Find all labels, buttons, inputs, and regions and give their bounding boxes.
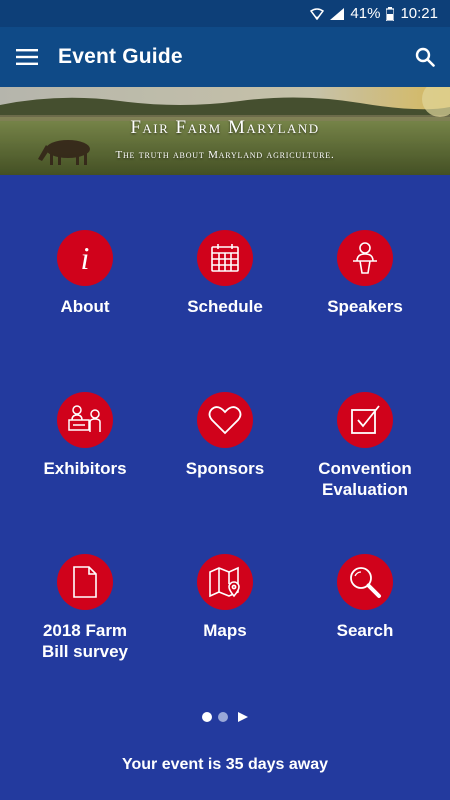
page-dot-active[interactable] xyxy=(202,712,212,722)
battery-icon xyxy=(386,6,395,21)
speaker-podium-icon xyxy=(337,230,393,286)
tile-farm-bill-survey[interactable]: 2018 Farm Bill survey xyxy=(10,554,160,662)
tile-exhibitors[interactable]: Exhibitors xyxy=(10,392,160,479)
tile-label: Convention Evaluation xyxy=(318,459,412,499)
signal-icon xyxy=(330,7,345,20)
search-button[interactable] xyxy=(400,27,450,87)
event-countdown: Your event is 35 days away xyxy=(121,756,329,773)
tile-about[interactable]: i About xyxy=(10,230,160,317)
info-icon: i xyxy=(57,230,113,286)
tile-label: 2018 Farm Bill survey xyxy=(42,621,128,661)
menu-button[interactable] xyxy=(0,27,54,87)
clock: 10:21 xyxy=(400,5,438,22)
page-dot[interactable] xyxy=(218,712,228,722)
page-indicator xyxy=(0,712,450,722)
next-page-arrow-icon[interactable] xyxy=(238,712,248,722)
tile-label: Maps xyxy=(203,621,247,640)
tile-schedule[interactable]: Schedule xyxy=(150,230,300,317)
exhibitor-booth-icon xyxy=(57,392,113,448)
tile-sponsors[interactable]: Sponsors xyxy=(150,392,300,479)
app-title: Event Guide xyxy=(58,45,183,68)
app-bar: Event Guide xyxy=(0,27,450,87)
banner-subtitle: The truth about Maryland agriculture. xyxy=(115,149,335,161)
tile-label: About xyxy=(60,297,110,316)
tile-maps[interactable]: Maps xyxy=(150,554,300,641)
tile-label: Sponsors xyxy=(185,459,265,478)
map-icon xyxy=(197,554,253,610)
magnifier-icon xyxy=(337,554,393,610)
heart-icon xyxy=(197,392,253,448)
event-banner: Fair Farm Maryland The truth about Maryl… xyxy=(0,87,450,175)
tile-label: Search xyxy=(336,621,394,640)
tile-convention-evaluation[interactable]: Convention Evaluation xyxy=(290,392,440,500)
wifi-icon xyxy=(310,7,325,20)
svg-text:i: i xyxy=(81,241,90,275)
calendar-icon xyxy=(197,230,253,286)
battery-percent: 41% xyxy=(350,5,381,22)
tile-speakers[interactable]: Speakers xyxy=(290,230,440,317)
document-icon xyxy=(57,554,113,610)
checkbox-icon xyxy=(337,392,393,448)
tile-search[interactable]: Search xyxy=(290,554,440,641)
tile-label: Schedule xyxy=(187,297,263,316)
hamburger-icon xyxy=(16,49,38,65)
tile-label: Speakers xyxy=(327,297,403,316)
banner-title: Fair Farm Maryland xyxy=(130,117,320,138)
search-icon xyxy=(415,47,435,67)
tile-label: Exhibitors xyxy=(43,459,127,478)
status-bar: 41% 10:21 xyxy=(0,0,450,27)
